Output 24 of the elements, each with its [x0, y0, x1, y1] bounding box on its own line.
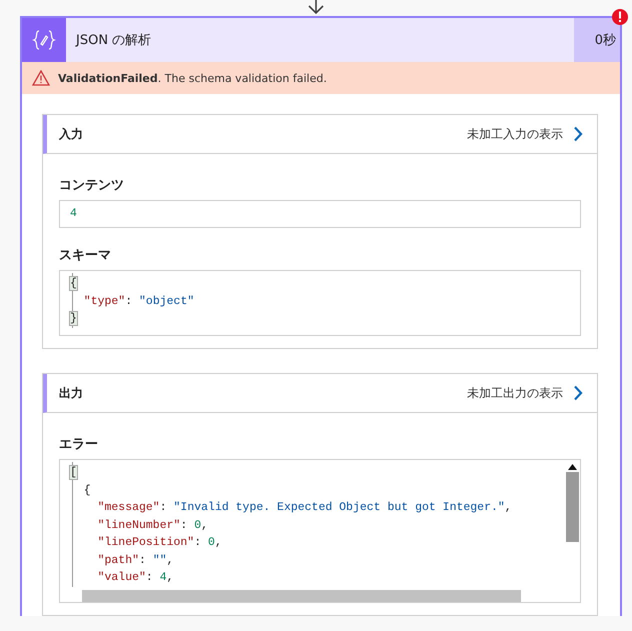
chevron-right-icon[interactable]: [573, 126, 583, 142]
code-line: {: [82, 482, 92, 498]
show-raw-link[interactable]: 未加工入力の表示: [467, 126, 563, 142]
code-line: "lineNumber": 0,: [96, 518, 210, 534]
show-raw-link[interactable]: 未加工出力の表示: [467, 384, 563, 402]
action-title[interactable]: JSON の解析: [66, 18, 574, 62]
code-line: "value": 4,: [96, 570, 175, 586]
field-label: スキーマ: [59, 247, 112, 264]
field-label: エラー: [59, 436, 99, 453]
field-label: コンテンツ: [59, 177, 125, 194]
code-line: "type": "object": [82, 294, 196, 310]
scroll-up-icon[interactable]: [568, 464, 577, 470]
code-line: "message": "Invalid type. Expected Object but got Integer.",: [96, 500, 513, 516]
code-line: "path": "",: [96, 552, 175, 568]
section-title: 入力: [59, 126, 84, 142]
code-line: 4: [70, 206, 78, 222]
code-line: "linePosition": 0,: [96, 535, 223, 551]
down-arrow-icon: [306, 0, 326, 15]
warning-icon: [32, 70, 50, 86]
error-message: ValidationFailed. The schema validation failed.: [58, 72, 327, 84]
chevron-right-icon[interactable]: [573, 385, 583, 401]
section-title: 出力: [59, 384, 84, 402]
code-braces-icon: [32, 29, 56, 51]
duration-label: 0秒: [574, 18, 620, 62]
